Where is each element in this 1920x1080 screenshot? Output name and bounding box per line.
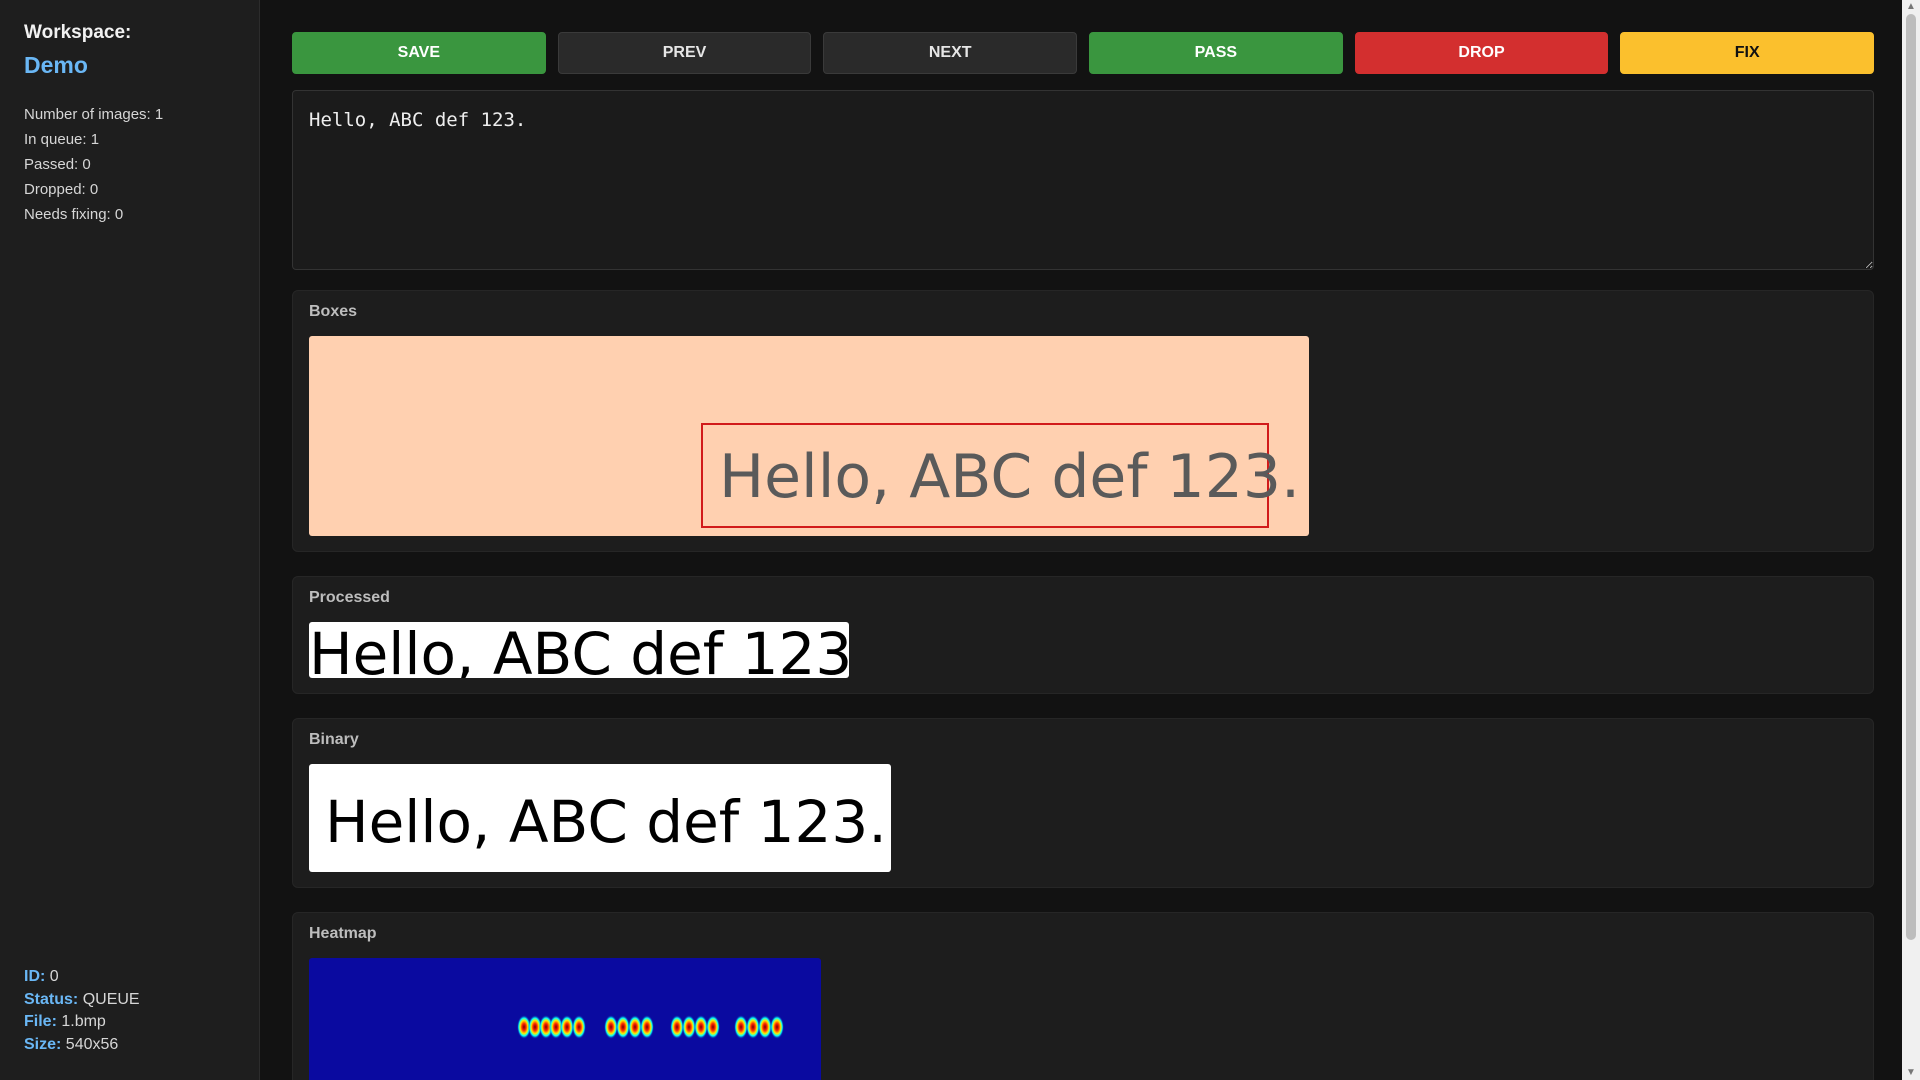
scrollbar-thumb[interactable] [1906,14,1916,940]
workspace-label: Workspace: [24,22,132,43]
heatmap-blob [670,1015,684,1039]
pass-button[interactable]: PASS [1089,32,1343,74]
meta-size-label: Size: [24,1035,62,1053]
save-button[interactable]: SAVE [292,32,546,74]
boxes-image: Hello, ABC def 123. [309,336,1309,536]
heatmap-blob [694,1015,708,1039]
stat-needs-fixing: Needs fixing: 0 [24,206,124,223]
meta-file-label: File: [24,1013,57,1030]
heatmap-image-svg [517,1015,784,1039]
stat-in-queue: In queue: 1 [24,131,100,148]
workspace-name: Demo [24,52,88,78]
triangle-down-icon[interactable]: ▼ [1906,1068,1916,1078]
image-meta: ID: 0 Status: QUEUE File: 1.bmp Size: 54… [24,966,140,1056]
meta-size-value: 540x56 [65,1035,119,1053]
meta-status: Status: QUEUE [24,989,140,1012]
heatmap-blob [560,1015,574,1039]
main-content: SAVE PREV NEXT PASS DROP FIX Boxes Hello… [292,0,1875,1080]
processed-image: Hello, ABC def 123. [309,622,849,678]
boxes-panel-title: Boxes [309,303,358,320]
meta-size: Size: 540x56 [24,1034,140,1057]
boxes-panel: Boxes Hello, ABC def 123. [292,290,1874,552]
meta-id: ID: 0 [24,966,140,989]
processed-panel: Processed Hello, ABC def 123. [292,576,1874,694]
heatmap-blob [734,1015,748,1039]
fix-button[interactable]: FIX [1620,32,1875,74]
meta-id-label: ID: [24,968,46,985]
binary-image-text: Hello, ABC def 123. [325,788,887,856]
stat-passed: Passed: 0 [24,156,91,173]
heatmap-blob [682,1015,696,1039]
boxes-image-text: Hello, ABC def 123. [719,442,1300,512]
heatmap-blob [746,1015,760,1039]
prev-button[interactable]: PREV [557,32,812,74]
toolbar: SAVE PREV NEXT PASS DROP FIX [292,32,1875,74]
heatmap-image [309,958,821,1080]
processed-image-svg: Hello, ABC def 123. [309,622,849,678]
transcription-textarea[interactable] [292,90,1874,270]
sidebar: Workspace: Demo Number of images: 1 In q… [0,0,260,1080]
heatmap-blob [640,1015,654,1039]
heatmap-panel: Heatmap [292,912,1874,1080]
boxes-image-svg: Hello, ABC def 123. [701,423,1300,528]
meta-file-value: 1.bmp [61,1013,106,1030]
heatmap-blob [770,1015,784,1039]
heatmap-blob [604,1015,618,1039]
meta-id-value: 0 [49,968,59,985]
meta-file: File: 1.bmp [24,1011,140,1034]
meta-status-value: QUEUE [82,990,140,1008]
heatmap-blobs [517,1015,784,1039]
binary-panel-title: Binary [309,731,359,748]
processed-panel-title: Processed [309,589,390,606]
binary-image: Hello, ABC def 123. [309,764,891,872]
processed-image-text: Hello, ABC def 123. [309,622,849,678]
heatmap-blob [616,1015,630,1039]
stat-dropped: Dropped: 0 [24,181,99,198]
drop-button[interactable]: DROP [1354,32,1609,74]
page-scrollbar[interactable]: ▲ ▼ [1902,0,1920,1080]
stats-list: Number of images: 1 In queue: 1 Passed: … [24,102,163,227]
triangle-up-icon[interactable]: ▲ [1906,2,1916,12]
stat-num-images: Number of images: 1 [24,106,164,123]
heatmap-blob [758,1015,772,1039]
heatmap-blob [572,1015,586,1039]
heatmap-blob [628,1015,642,1039]
meta-status-label: Status: [24,990,79,1008]
binary-panel: Binary Hello, ABC def 123. [292,718,1874,888]
next-button[interactable]: NEXT [823,32,1078,74]
heatmap-panel-title: Heatmap [309,925,377,942]
app-window: Workspace: Demo Number of images: 1 In q… [0,0,1920,1080]
binary-image-svg: Hello, ABC def 123. [325,788,887,856]
heatmap-blob [706,1015,720,1039]
